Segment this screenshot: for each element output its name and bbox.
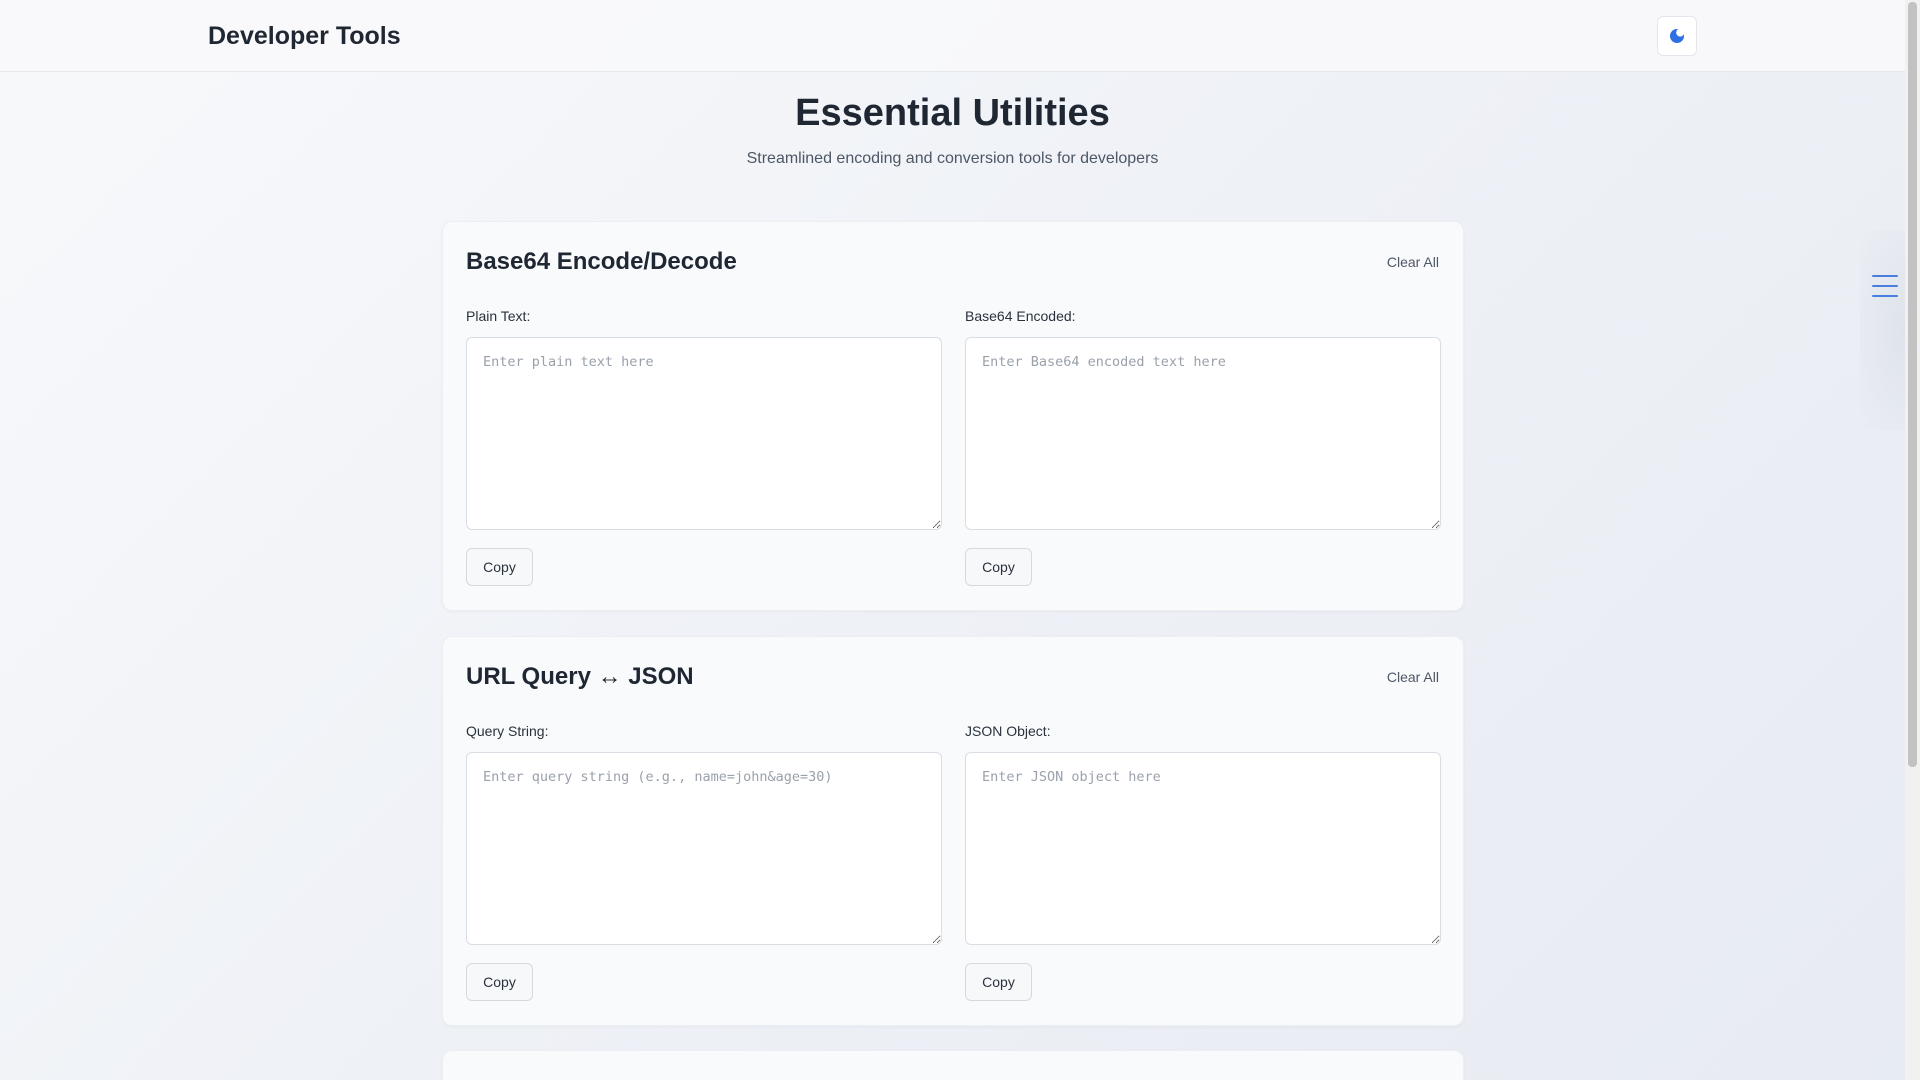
plain-text-label: Plain Text: (466, 308, 531, 324)
base64-tool-card: Base64 Encode/Decode Clear All Plain Tex… (442, 221, 1464, 611)
copy-query-string-button[interactable]: Copy (466, 963, 533, 1001)
query-string-label: Query String: (466, 723, 549, 739)
query-string-input[interactable] (466, 752, 942, 945)
card-title: Base64 Encode/Decode (466, 248, 737, 275)
base64-encoded-label: Base64 Encoded: (965, 308, 1076, 324)
clear-all-button[interactable]: Clear All (1387, 669, 1439, 685)
copy-json-button[interactable]: Copy (965, 963, 1032, 1001)
page-scrollbar[interactable] (1905, 0, 1920, 1080)
theme-toggle-button[interactable] (1657, 16, 1697, 56)
url-query-json-tool-card: URL Query ↔ JSON Clear All Query String:… (442, 636, 1464, 1026)
plain-text-input[interactable] (466, 337, 942, 530)
clear-all-button[interactable]: Clear All (1387, 254, 1439, 270)
card-title: URL Query ↔ JSON (466, 663, 694, 690)
copy-base64-button[interactable]: Copy (965, 548, 1032, 586)
side-panel-shadow (1860, 230, 1905, 430)
third-tool-card (442, 1050, 1464, 1080)
json-object-input[interactable] (965, 752, 1441, 945)
theme-toggle-icon (1670, 28, 1685, 43)
copy-plain-text-button[interactable]: Copy (466, 548, 533, 586)
page-subtitle: Streamlined encoding and conversion tool… (746, 150, 1159, 167)
top-navbar: Developer Tools (0, 0, 1905, 72)
json-object-label: JSON Object: (965, 723, 1051, 739)
brand-title[interactable]: Developer Tools (208, 22, 401, 51)
base64-encoded-input[interactable] (965, 337, 1441, 530)
hamburger-menu-icon[interactable] (1872, 275, 1898, 301)
scrollbar-thumb[interactable] (1908, 2, 1917, 767)
page-title: Essential Utilities (795, 92, 1110, 134)
